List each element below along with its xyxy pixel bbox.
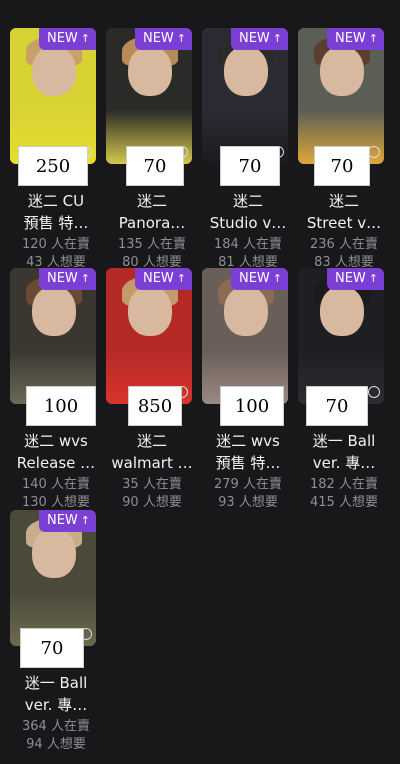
wanted-count: 94 人想要 xyxy=(26,737,86,752)
product-card[interactable]: NEW ↑ 70 迷一 Ball ver. 專… 364 人在賣 94 人想要 xyxy=(10,510,102,752)
face-shape xyxy=(224,46,268,96)
price-tag: 100 xyxy=(220,386,284,426)
new-badge-label: NEW xyxy=(334,271,366,286)
product-title-line1[interactable]: 迷二 xyxy=(202,190,294,212)
new-badge: NEW ↑ xyxy=(38,268,96,290)
arrow-up-icon: ↑ xyxy=(176,272,186,285)
product-photo[interactable]: NEW ↑ xyxy=(298,268,384,404)
arrow-up-icon: ↑ xyxy=(80,514,90,527)
new-badge: NEW ↑ xyxy=(38,510,96,532)
face-shape xyxy=(32,46,76,96)
wanted-count: 415 人想要 xyxy=(310,495,378,510)
face-shape xyxy=(32,286,76,336)
product-card[interactable]: NEW ↑ 100 迷二 wvs 預售 特… 279 人在賣 93 人想要 xyxy=(202,268,294,510)
new-badge-label: NEW xyxy=(46,513,78,528)
arrow-up-icon: ↑ xyxy=(176,32,186,45)
product-title-line1[interactable]: 迷二 CU xyxy=(10,190,102,212)
arrow-up-icon: ↑ xyxy=(272,32,282,45)
arrow-up-icon: ↑ xyxy=(368,32,378,45)
product-card[interactable]: NEW ↑ 70 迷二 Studio v… 184 人在賣 81 人想要 xyxy=(202,28,294,270)
new-badge: NEW ↑ xyxy=(230,268,288,290)
product-photo[interactable]: NEW ↑ xyxy=(10,268,96,404)
selling-count: 120 人在賣 xyxy=(22,237,90,252)
face-shape xyxy=(320,286,364,336)
price-tag: 70 xyxy=(20,628,84,668)
new-badge: NEW ↑ xyxy=(38,28,96,50)
price-tag: 70 xyxy=(314,146,370,186)
product-photo[interactable]: NEW ↑ xyxy=(106,268,192,404)
product-card[interactable]: NEW ↑ 850 迷二 walmart … 35 人在賣 90 人想要 xyxy=(106,268,198,510)
wanted-count: 93 人想要 xyxy=(218,495,278,510)
product-photo[interactable]: NEW ↑ xyxy=(298,28,384,164)
product-card[interactable]: NEW ↑ 70 迷二 Panora… 135 人在賣 80 人想要 xyxy=(106,28,198,270)
product-title-line1[interactable]: 迷二 xyxy=(106,430,198,452)
new-badge-label: NEW xyxy=(46,271,78,286)
product-title-line1[interactable]: 迷二 xyxy=(106,190,198,212)
product-title-line1[interactable]: 迷二 xyxy=(298,190,390,212)
face-shape xyxy=(128,286,172,336)
product-card[interactable]: NEW ↑ 250 迷二 CU 預售 特… 120 人在賣 43 人想要 xyxy=(10,28,102,270)
product-title-line2[interactable]: Release … xyxy=(10,452,102,474)
product-photo[interactable]: NEW ↑ xyxy=(10,510,96,646)
new-badge-label: NEW xyxy=(142,271,174,286)
product-title-line2[interactable]: ver. 專… xyxy=(10,694,102,716)
new-badge: NEW ↑ xyxy=(326,268,384,290)
selling-count: 364 人在賣 xyxy=(22,719,90,734)
product-title-line1[interactable]: 迷一 Ball xyxy=(10,672,102,694)
selling-count: 140 人在賣 xyxy=(22,477,90,492)
new-badge: NEW ↑ xyxy=(134,268,192,290)
selling-count: 135 人在賣 xyxy=(118,237,186,252)
arrow-up-icon: ↑ xyxy=(80,272,90,285)
face-shape xyxy=(128,46,172,96)
price-tag: 70 xyxy=(306,386,368,426)
price-tag: 70 xyxy=(126,146,184,186)
new-badge: NEW ↑ xyxy=(134,28,192,50)
check-circle-icon xyxy=(368,386,380,398)
new-badge-label: NEW xyxy=(238,31,270,46)
selling-count: 236 人在賣 xyxy=(310,237,378,252)
new-badge: NEW ↑ xyxy=(326,28,384,50)
product-grid: NEW ↑ 250 迷二 CU 預售 特… 120 人在賣 43 人想要 NEW ↑… xyxy=(0,0,400,764)
product-photo[interactable]: NEW ↑ xyxy=(10,28,96,164)
product-title-line2[interactable]: ver. 專… xyxy=(298,452,390,474)
product-photo[interactable]: NEW ↑ xyxy=(202,28,288,164)
arrow-up-icon: ↑ xyxy=(272,272,282,285)
product-title-line2[interactable]: 預售 特… xyxy=(10,212,102,234)
product-photo[interactable]: NEW ↑ xyxy=(202,268,288,404)
selling-count: 182 人在賣 xyxy=(310,477,378,492)
face-shape xyxy=(320,46,364,96)
product-title-line2[interactable]: walmart … xyxy=(106,452,198,474)
new-badge-label: NEW xyxy=(142,31,174,46)
new-badge: NEW ↑ xyxy=(230,28,288,50)
selling-count: 279 人在賣 xyxy=(214,477,282,492)
product-title-line1[interactable]: 迷二 wvs xyxy=(202,430,294,452)
product-title-line2[interactable]: Studio v… xyxy=(202,212,294,234)
new-badge-label: NEW xyxy=(46,31,78,46)
face-shape xyxy=(32,528,76,578)
arrow-up-icon: ↑ xyxy=(80,32,90,45)
price-tag: 250 xyxy=(18,146,88,186)
product-card[interactable]: NEW ↑ 70 迷一 Ball ver. 專… 182 人在賣 415 人想要 xyxy=(298,268,390,510)
new-badge-label: NEW xyxy=(334,31,366,46)
face-shape xyxy=(224,286,268,336)
arrow-up-icon: ↑ xyxy=(368,272,378,285)
wanted-count: 130 人想要 xyxy=(22,495,90,510)
product-title-line2[interactable]: Panora… xyxy=(106,212,198,234)
product-photo[interactable]: NEW ↑ xyxy=(106,28,192,164)
new-badge-label: NEW xyxy=(238,271,270,286)
product-title-line2[interactable]: 預售 特… xyxy=(202,452,294,474)
product-title-line2[interactable]: Street v… xyxy=(298,212,390,234)
product-title-line1[interactable]: 迷一 Ball xyxy=(298,430,390,452)
price-tag: 70 xyxy=(220,146,280,186)
product-card[interactable]: NEW ↑ 100 迷二 wvs Release … 140 人在賣 130 人想… xyxy=(10,268,102,510)
product-card[interactable]: NEW ↑ 70 迷二 Street v… 236 人在賣 83 人想要 xyxy=(298,28,390,270)
selling-count: 184 人在賣 xyxy=(214,237,282,252)
product-title-line1[interactable]: 迷二 wvs xyxy=(10,430,102,452)
selling-count: 35 人在賣 xyxy=(122,477,182,492)
wanted-count: 90 人想要 xyxy=(122,495,182,510)
price-tag: 850 xyxy=(128,386,182,426)
price-tag: 100 xyxy=(26,386,96,426)
